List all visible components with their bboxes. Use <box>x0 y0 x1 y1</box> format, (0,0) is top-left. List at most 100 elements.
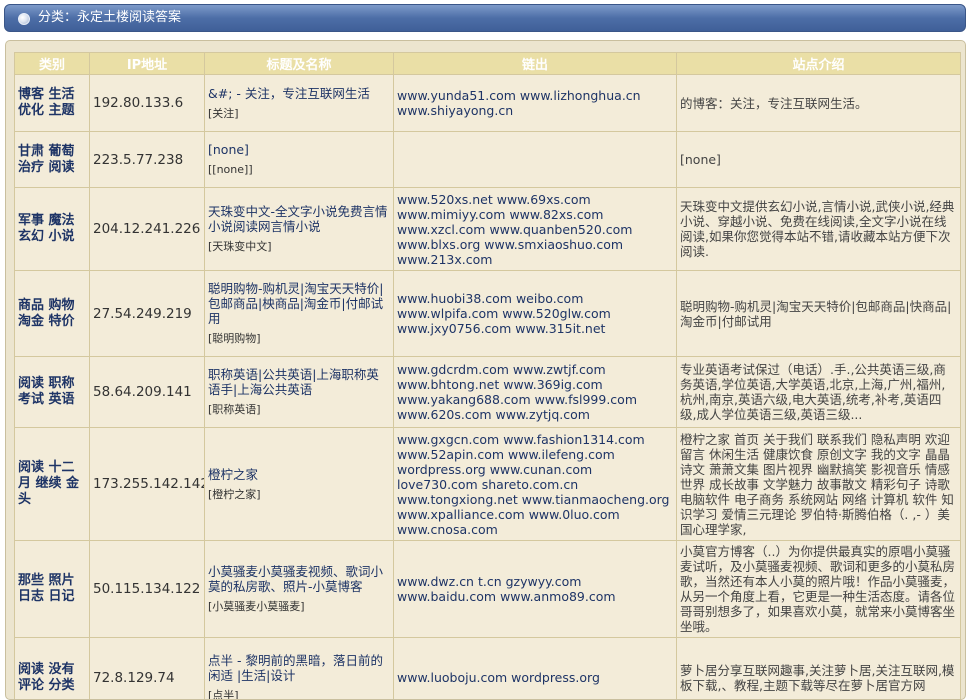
column-header-links: 链出 <box>394 53 677 75</box>
outbound-links-cell: www.yunda51.com www.lizhonghua.cnwww.shi… <box>394 75 677 132</box>
site-title-link[interactable]: 小莫骚麦小莫骚麦视频、歌词小莫的私房歌、照片-小莫博客 <box>208 564 390 594</box>
outbound-link-line[interactable]: www.wlpifa.com www.520glw.com <box>397 306 673 321</box>
ip-address-cell: 192.80.133.6 <box>90 75 205 132</box>
ip-address-cell: 58.64.209.141 <box>90 357 205 428</box>
title-cell: 点半 - 黎明前的黑暗，落日前的闲适 |生活|设计 [点半] <box>205 638 394 700</box>
site-intro-text: 橙柠之家 首页 关于我们 联系我们 隐私声明 欢迎留言 休闲生活 健康饮食 原创… <box>680 432 957 537</box>
outbound-links-cell: www.gdcrdm.com www.zwtjf.comwww.bhtong.n… <box>394 357 677 428</box>
column-header-intro: 站点介绍 <box>677 53 961 75</box>
site-name-label: [[none]] <box>208 163 390 177</box>
site-title-link[interactable]: &#; - 关注，专注互联网生活 <box>208 86 390 101</box>
site-intro-text: [none] <box>680 152 957 167</box>
category-title-bar: 分类：永定土楼阅读答案 <box>4 4 966 32</box>
category-cell[interactable]: 甘肃 葡萄 治疗 阅读 <box>15 132 90 188</box>
outbound-links-cell: www.huobi38.com weibo.comwww.wlpifa.com … <box>394 271 677 357</box>
site-intro-text: 专业英语考试保过（电话）.手.,公共英语三级,商务英语,学位英语,大学英语,北京… <box>680 362 957 422</box>
site-list-panel: 类别 IP地址 标题及名称 链出 站点介绍 博客 生活 优化 主题192.80.… <box>5 40 966 700</box>
category-cell[interactable]: 博客 生活 优化 主题 <box>15 75 90 132</box>
outbound-link-line[interactable]: www.xpalliance.com www.0luo.com <box>397 507 673 522</box>
category-cell[interactable]: 商品 购物 淘金 特价 <box>15 271 90 357</box>
table-row: 军事 魔法 玄幻 小说204.12.241.226天珠变中文-全文字小说免费言情… <box>15 188 961 271</box>
category-cell[interactable]: 阅读 职称 考试 英语 <box>15 357 90 428</box>
outbound-link-line[interactable]: love730.com shareto.com.cn <box>397 477 673 492</box>
outbound-link-line[interactable]: www.baidu.com www.anmo89.com <box>397 589 673 604</box>
site-intro-text: 聪明购物-购机灵|淘宝天天特价|包邮商品|快商品|淘金币|付邮试用 <box>680 299 957 329</box>
outbound-link-line[interactable]: www.xzcl.com www.quanben520.com <box>397 222 673 237</box>
outbound-link-line[interactable]: www.huobi38.com weibo.com <box>397 291 673 306</box>
site-intro-text: 的博客：关注，专注互联网生活。 <box>680 96 957 111</box>
table-row: 阅读 没有 评论 分类72.8.129.74点半 - 黎明前的黑暗，落日前的闲适… <box>15 638 961 700</box>
table-row: 甘肃 葡萄 治疗 阅读223.5.77.238[none][[none]][no… <box>15 132 961 188</box>
outbound-link-line[interactable]: www.yakang688.com www.fsl999.com <box>397 392 673 407</box>
title-cell: 聪明购物-购机灵|淘宝天天特价|包邮商品|柍商品|淘金币|付邮试用[聪明购物] <box>205 271 394 357</box>
outbound-link-line[interactable]: www.mimiyy.com www.82xs.com <box>397 207 673 222</box>
category-cell[interactable]: 阅读 十二 月 继续 金 头 <box>15 428 90 541</box>
site-intro-cell: 天珠变中文提供玄幻小说,言情小说,武侠小说,经典小说、穿越小说、免费在线阅读,全… <box>677 188 961 271</box>
category-cell[interactable]: 军事 魔法 玄幻 小说 <box>15 188 90 271</box>
title-cell: &#; - 关注，专注互联网生活 [关注] <box>205 75 394 132</box>
title-cell: 小莫骚麦小莫骚麦视频、歌词小莫的私房歌、照片-小莫博客[小莫骚麦小莫骚麦] <box>205 541 394 638</box>
site-name-label: [橙柠之家] <box>208 488 390 502</box>
site-intro-cell: 小莫官方博客（..）为你提供最真实的原唱小莫骚麦试听，及小莫骚麦视频、歌词和更多… <box>677 541 961 638</box>
table-row: 那些 照片 日志 日记50.115.134.122小莫骚麦小莫骚麦视频、歌词小莫… <box>15 541 961 638</box>
site-intro-text: 萝卜居分享互联网趣事,关注萝卜居,关注互联网,模板下载,、教程,主题下载等尽在萝… <box>680 663 957 693</box>
table-row: 博客 生活 优化 主题192.80.133.6&#; - 关注，专注互联网生活 [… <box>15 75 961 132</box>
ip-address-cell: 223.5.77.238 <box>90 132 205 188</box>
table-row: 阅读 十二 月 继续 金 头173.255.142.142橙柠之家[橙柠之家]w… <box>15 428 961 541</box>
outbound-link-line[interactable]: www.cnosa.com <box>397 522 673 537</box>
outbound-link-line[interactable]: www.shiyayong.cn <box>397 103 673 118</box>
title-cell: 橙柠之家 [橙柠之家] <box>205 428 394 541</box>
outbound-links-cell: www.gxgcn.com www.fashion1314.comwww.52a… <box>394 428 677 541</box>
outbound-link-line[interactable]: www.52apin.com www.ilefeng.com <box>397 447 673 462</box>
outbound-link-line[interactable]: www.jxy0756.com www.315it.net <box>397 321 673 336</box>
column-header-title: 标题及名称 <box>205 53 394 75</box>
outbound-link-line[interactable]: wordpress.org www.cunan.com <box>397 462 673 477</box>
site-title-link[interactable]: [none] <box>208 142 390 157</box>
site-intro-text: 天珠变中文提供玄幻小说,言情小说,武侠小说,经典小说、穿越小说、免费在线阅读,全… <box>680 199 957 259</box>
category-cell[interactable]: 那些 照片 日志 日记 <box>15 541 90 638</box>
site-table: 类别 IP地址 标题及名称 链出 站点介绍 博客 生活 优化 主题192.80.… <box>14 52 961 700</box>
outbound-link-line[interactable]: www.bhtong.net www.369ig.com <box>397 377 673 392</box>
site-name-label: [关注] <box>208 107 390 121</box>
table-row: 商品 购物 淘金 特价27.54.249.219聪明购物-购机灵|淘宝天天特价|… <box>15 271 961 357</box>
site-intro-cell: 聪明购物-购机灵|淘宝天天特价|包邮商品|快商品|淘金币|付邮试用 <box>677 271 961 357</box>
site-name-label: [职称英语] <box>208 403 390 417</box>
ip-address-cell: 204.12.241.226 <box>90 188 205 271</box>
outbound-links-cell: www.dwz.cn t.cn gzywyy.comwww.baidu.com … <box>394 541 677 638</box>
column-header-ip: IP地址 <box>90 53 205 75</box>
table-row: 阅读 职称 考试 英语58.64.209.141职称英语|公共英语|上海职称英语… <box>15 357 961 428</box>
outbound-link-line[interactable]: www.620s.com www.zytjq.com <box>397 407 673 422</box>
site-title-link[interactable]: 聪明购物-购机灵|淘宝天天特价|包邮商品|柍商品|淘金币|付邮试用 <box>208 281 390 326</box>
category-title: 分类：永定土楼阅读答案 <box>38 10 181 26</box>
site-name-label: [点半] <box>208 689 390 700</box>
site-title-link[interactable]: 职称英语|公共英语|上海职称英语手|上海公共英语 <box>208 367 390 397</box>
outbound-link-line[interactable]: www.tongxiong.net www.tianmaocheng.org <box>397 492 673 507</box>
outbound-link-line[interactable]: www.gdcrdm.com www.zwtjf.com <box>397 362 673 377</box>
table-header-row: 类别 IP地址 标题及名称 链出 站点介绍 <box>15 53 961 75</box>
site-intro-cell: 专业英语考试保过（电话）.手.,公共英语三级,商务英语,学位英语,大学英语,北京… <box>677 357 961 428</box>
outbound-link-line[interactable]: www.520xs.net www.69xs.com <box>397 192 673 207</box>
site-intro-text: 小莫官方博客（..）为你提供最真实的原唱小莫骚麦试听，及小莫骚麦视频、歌词和更多… <box>680 544 957 634</box>
outbound-link-line[interactable]: www.gxgcn.com www.fashion1314.com <box>397 432 673 447</box>
site-intro-cell: 橙柠之家 首页 关于我们 联系我们 隐私声明 欢迎留言 休闲生活 健康饮食 原创… <box>677 428 961 541</box>
site-title-link[interactable]: 点半 - 黎明前的黑暗，落日前的闲适 |生活|设计 <box>208 653 390 683</box>
site-intro-cell: [none] <box>677 132 961 188</box>
outbound-link-line[interactable]: www.blxs.org www.smxiaoshuo.com <box>397 237 673 252</box>
outbound-links-cell: www.520xs.net www.69xs.comwww.mimiyy.com… <box>394 188 677 271</box>
ip-address-cell: 50.115.134.122 <box>90 541 205 638</box>
site-intro-cell: 的博客：关注，专注互联网生活。 <box>677 75 961 132</box>
site-title-link[interactable]: 天珠变中文-全文字小说免费言情小说阅读网言情小说 <box>208 204 390 234</box>
outbound-link-line[interactable]: www.dwz.cn t.cn gzywyy.com <box>397 574 673 589</box>
ip-address-cell: 72.8.129.74 <box>90 638 205 700</box>
outbound-link-line[interactable]: www.213x.com <box>397 252 673 267</box>
category-cell[interactable]: 阅读 没有 评论 分类 <box>15 638 90 700</box>
column-header-category: 类别 <box>15 53 90 75</box>
site-intro-cell: 萝卜居分享互联网趣事,关注萝卜居,关注互联网,模板下载,、教程,主题下载等尽在萝… <box>677 638 961 700</box>
outbound-links-cell: www.luoboju.com wordpress.org <box>394 638 677 700</box>
bullet-icon <box>18 13 30 25</box>
ip-address-cell: 27.54.249.219 <box>90 271 205 357</box>
title-cell: 天珠变中文-全文字小说免费言情小说阅读网言情小说[天珠变中文] <box>205 188 394 271</box>
title-cell: 职称英语|公共英语|上海职称英语手|上海公共英语 [职称英语] <box>205 357 394 428</box>
outbound-link-line[interactable]: www.yunda51.com www.lizhonghua.cn <box>397 88 673 103</box>
site-title-link[interactable]: 橙柠之家 <box>208 467 390 482</box>
